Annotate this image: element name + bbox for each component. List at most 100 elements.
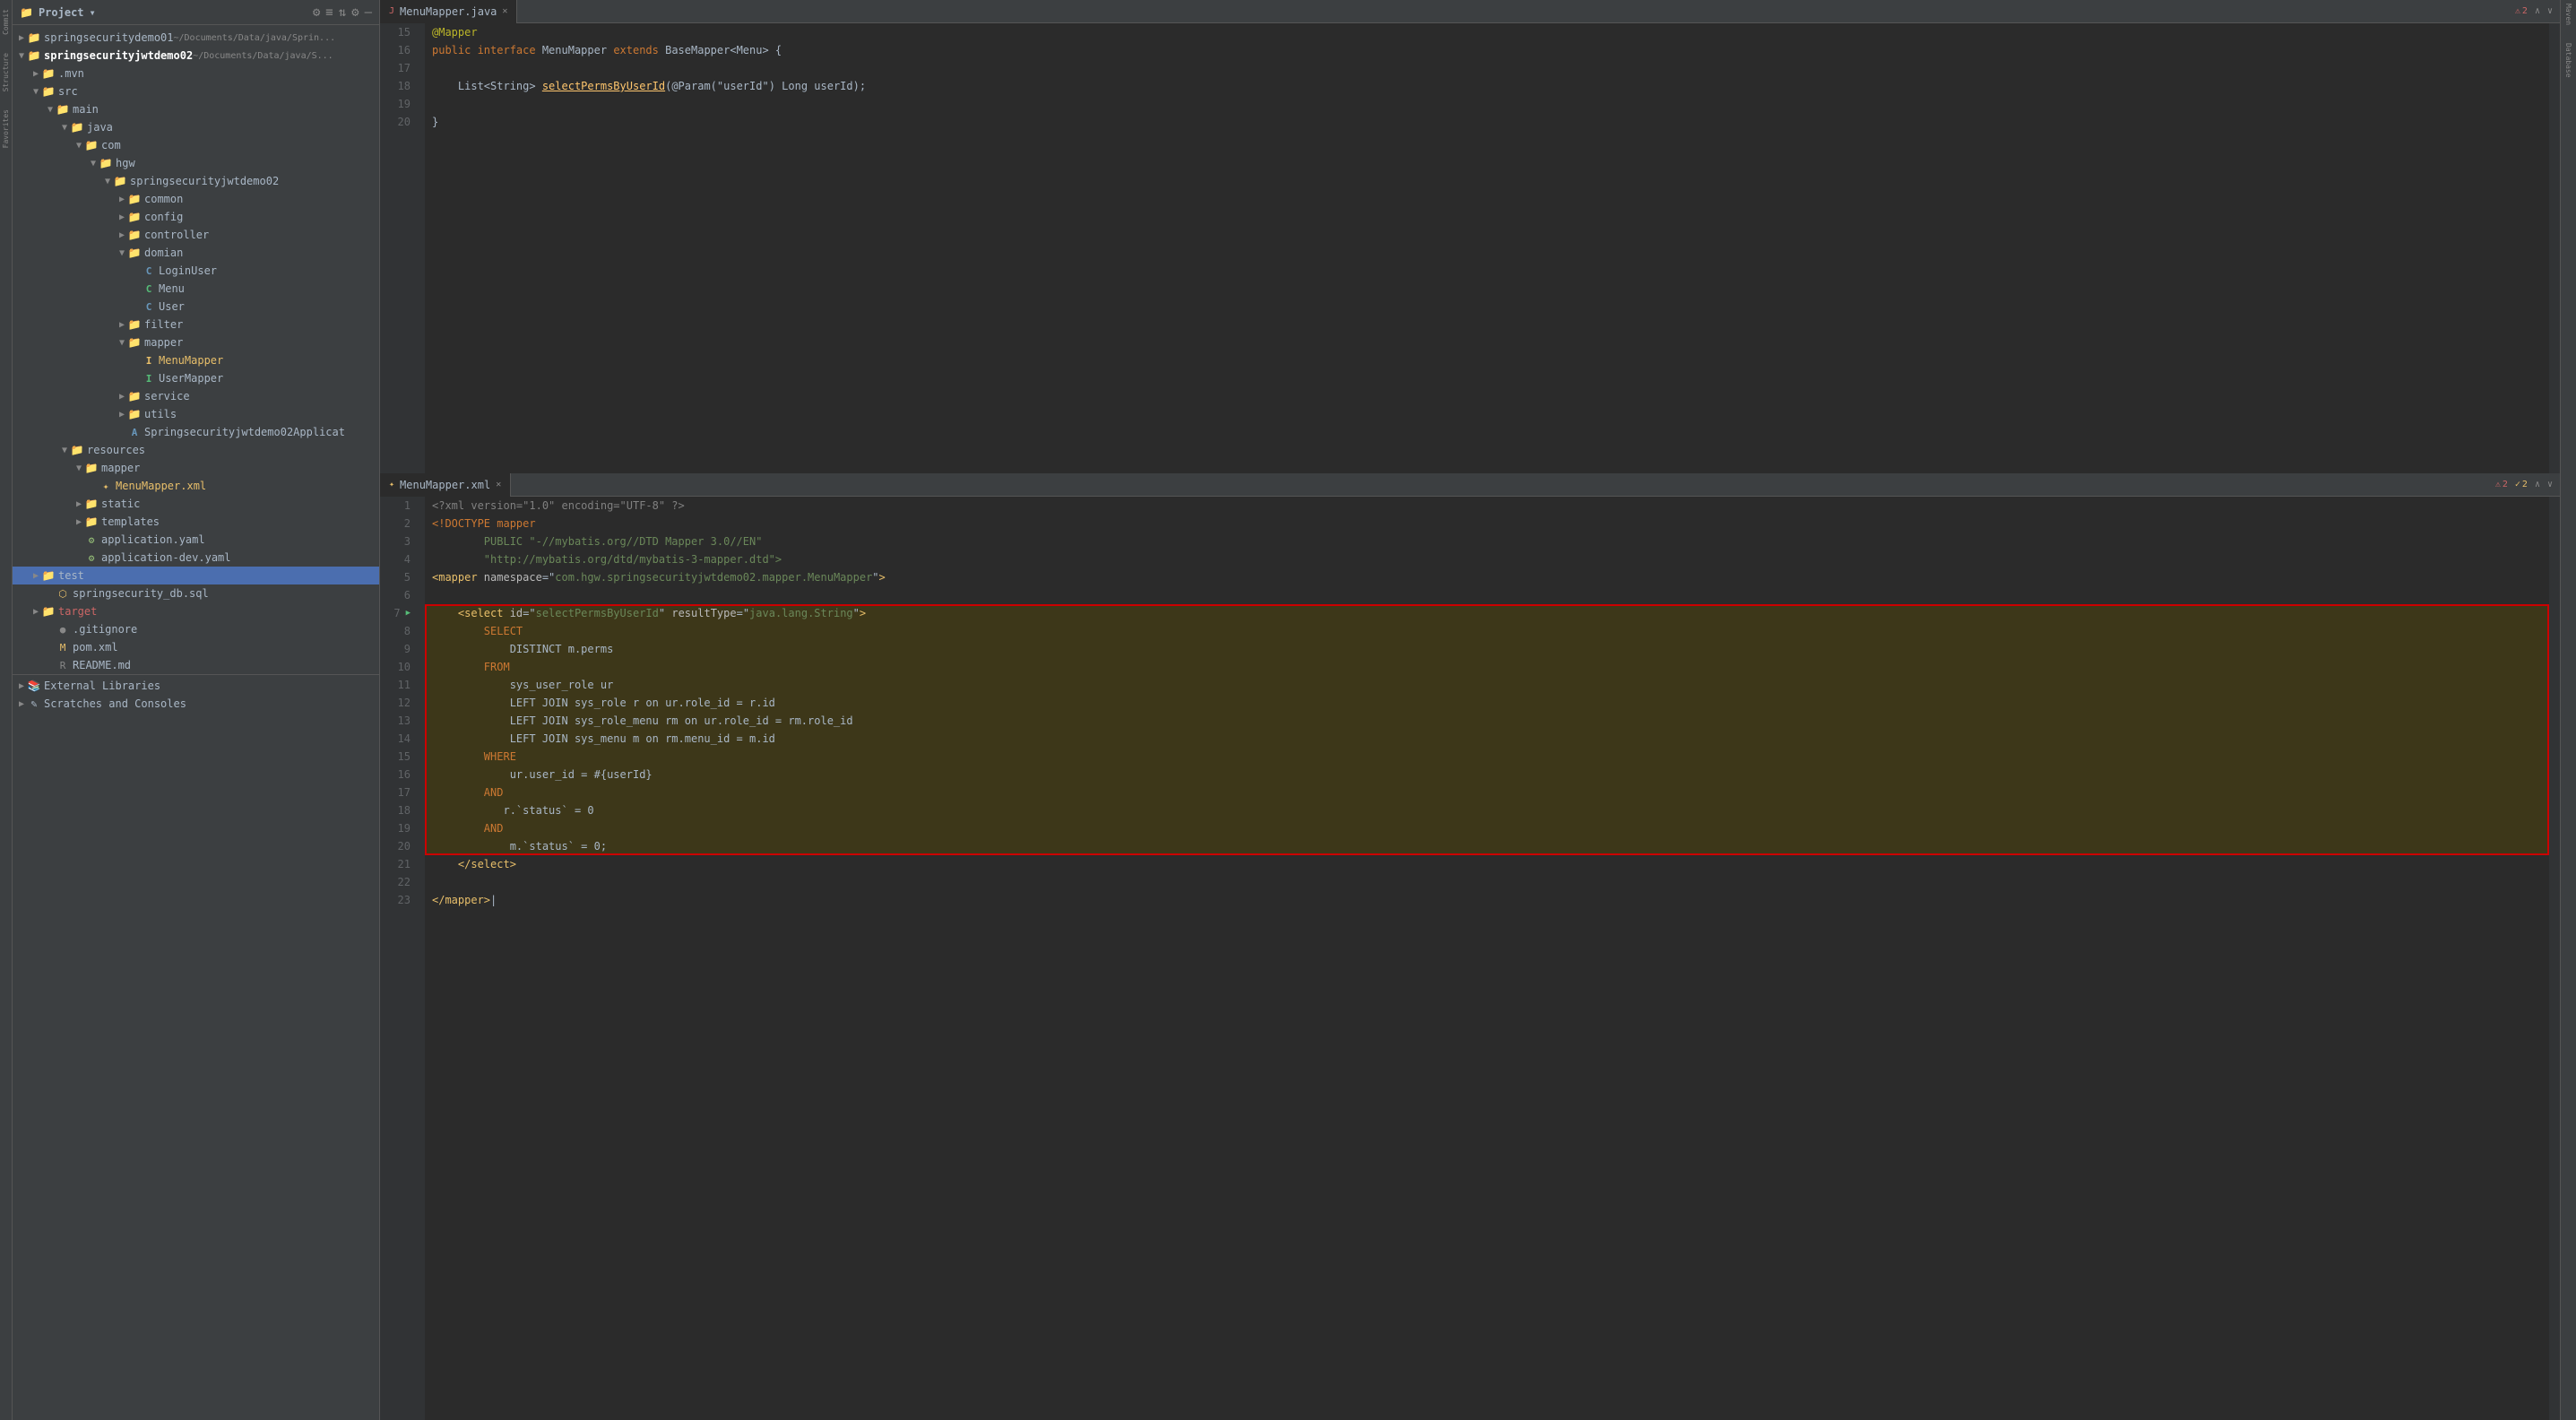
tree-item-loginuser[interactable]: C LoginUser [13,262,379,280]
bottom-code-view[interactable]: 1 2 3 4 5 6 7▶ 8 9 10 11 12 13 14 15 16 [380,497,2549,1420]
tab-menumapper-xml[interactable]: ✦ MenuMapper.xml ✕ [380,473,511,497]
tree-item-menumapper-java[interactable]: I MenuMapper [13,351,379,369]
tree-item-usermapper[interactable]: I UserMapper [13,369,379,387]
tree-item-templates[interactable]: ▶ 📁 templates [13,513,379,531]
tree-item-menumapper-xml[interactable]: ✦ MenuMapper.xml [13,477,379,495]
tab-close-button[interactable]: ✕ [502,6,507,16]
checkmark-icon: ✓ [2515,480,2520,489]
expand-arrow[interactable]: ▶ [117,212,127,222]
expand-arrow[interactable]: ▶ [117,230,127,240]
tree-item-menu[interactable]: C Menu [13,280,379,298]
project-dropdown-icon[interactable]: 📁 [20,6,33,19]
gear-icon[interactable]: ⚙ [351,5,359,20]
nav-down[interactable]: ∨ [2547,6,2553,16]
expand-arrow[interactable]: ▼ [16,51,27,61]
list-icon[interactable]: ≡ [325,5,333,20]
nav-up[interactable]: ∧ [2535,6,2540,16]
structure-icon[interactable]: Structure [2,53,10,91]
tree-item-domian[interactable]: ▼ 📁 domian [13,244,379,262]
favorites-icon[interactable]: Favorites [2,109,10,148]
expand-arrow[interactable]: ▼ [73,141,84,151]
expand-arrow[interactable]: ▶ [117,410,127,420]
tree-item-static[interactable]: ▶ 📁 static [13,495,379,513]
settings-icon[interactable]: ⚙ [313,5,320,20]
tree-item-controller[interactable]: ▶ 📁 controller [13,226,379,244]
expand-arrow[interactable]: ▶ [73,517,84,527]
tree-item-filter[interactable]: ▶ 📁 filter [13,316,379,333]
expand-arrow[interactable]: ▼ [73,463,84,473]
expand-arrow[interactable]: ▶ [73,499,84,509]
nav-up[interactable]: ∧ [2535,480,2540,489]
tree-item-target[interactable]: ▶ 📁 target [13,602,379,620]
tab-close-button[interactable]: ✕ [496,480,501,489]
tab-menumapper-java[interactable]: J MenuMapper.java ✕ [380,0,517,23]
tab-label: MenuMapper.xml [400,479,490,491]
nav-down[interactable]: ∨ [2547,480,2553,489]
tree-item-readme[interactable]: R README.md [13,656,379,674]
expand-arrow[interactable]: ▶ [30,69,41,79]
expand-arrow[interactable]: ▶ [117,320,127,330]
expand-arrow[interactable]: ▶ [117,392,127,402]
tree-item-mapper[interactable]: ▼ 📁 mapper [13,333,379,351]
scrollbar-top[interactable] [2549,23,2560,473]
tree-label: UserMapper [159,372,223,385]
tree-item-springapp[interactable]: A Springsecurityjwtdemo02Applicat [13,423,379,441]
expand-arrow[interactable]: ▶ [117,195,127,204]
folder-icon: 📁 [56,103,70,116]
tree-item-external-libs[interactable]: ▶ 📚 External Libraries [13,677,379,695]
tree-item-gitignore[interactable]: ● .gitignore [13,620,379,638]
tree-item-scratches[interactable]: ▶ ✎ Scratches and Consoles [13,695,379,713]
tree-item-resources[interactable]: ▼ 📁 resources [13,441,379,459]
tree-item-main[interactable]: ▼ 📁 main [13,100,379,118]
tree-item-common[interactable]: ▶ 📁 common [13,190,379,208]
expand-arrow[interactable]: ▼ [117,338,127,348]
maven-panel-icon[interactable]: Maven [2564,4,2572,25]
tree-item-springsecurityjwtdemo02[interactable]: ▼ 📁 springsecurityjwtdemo02 ~/Documents/… [13,47,379,65]
bottom-tab-bar: ✦ MenuMapper.xml ✕ ⚠ 2 ✓ 2 ∧ ∨ [380,473,2560,497]
expand-arrow[interactable]: ▶ [16,681,27,691]
tree-item-config[interactable]: ▶ 📁 config [13,208,379,226]
tree-item-app-dev-yaml[interactable]: ⚙ application-dev.yaml [13,549,379,567]
folder-icon: 📁 [84,462,99,474]
expand-arrow[interactable]: ▼ [59,446,70,455]
folder-icon: 📁 [70,444,84,456]
tree-label: com [101,139,121,152]
tree-item-utils[interactable]: ▶ 📁 utils [13,405,379,423]
tree-item-user[interactable]: C User [13,298,379,316]
scrollbar-bottom[interactable] [2549,497,2560,1420]
expand-arrow[interactable]: ▼ [59,123,70,133]
tree-item-app-yaml[interactable]: ⚙ application.yaml [13,531,379,549]
tree-item-hgw[interactable]: ▼ 📁 hgw [13,154,379,172]
expand-arrow[interactable]: ▶ [30,607,41,617]
database-panel-icon[interactable]: Database [2564,43,2572,78]
tree-item-springsecuritydemo01[interactable]: ▶ 📁 springsecuritydemo01 ~/Documents/Dat… [13,29,379,47]
tree-item-com[interactable]: ▼ 📁 com [13,136,379,154]
expand-arrow[interactable]: ▼ [45,105,56,115]
expand-arrow[interactable]: ▶ [16,33,27,43]
folder-icon: 📁 [127,193,142,205]
project-dropdown-arrow[interactable]: ▾ [90,6,96,19]
tree-item-package[interactable]: ▼ 📁 springsecurityjwtdemo02 [13,172,379,190]
expand-arrow[interactable]: ▼ [88,159,99,169]
expand-arrow[interactable]: ▶ [30,571,41,581]
tree-item-mvn[interactable]: ▶ 📁 .mvn [13,65,379,82]
tree-item-service[interactable]: ▶ 📁 service [13,387,379,405]
tree-item-java[interactable]: ▼ 📁 java [13,118,379,136]
tree-item-src[interactable]: ▼ 📁 src [13,82,379,100]
expand-arrow[interactable]: ▶ [16,699,27,709]
expand-arrow[interactable]: ▼ [117,248,127,258]
sort-icon[interactable]: ⇅ [339,5,346,20]
folder-icon: 📁 [27,49,41,62]
tree-item-sql[interactable]: ⬡ springsecurity_db.sql [13,584,379,602]
minimize-icon[interactable]: — [365,5,372,20]
tree-item-pom[interactable]: M pom.xml [13,638,379,656]
commit-icon[interactable]: Commit [2,9,10,35]
expand-arrow[interactable]: ▼ [30,87,41,97]
xml-line-7: <select id="selectPermsByUserId" resultT… [432,604,2542,622]
tree-item-test[interactable]: ▶ 📁 test [13,567,379,584]
error-count: ⚠ 2 [2515,6,2528,16]
top-code-view[interactable]: 15 16 17 18 19 20 @Mapper public interfa… [380,23,2549,473]
error-bar-bottom: ⚠ 2 ✓ 2 ∧ ∨ [2488,478,2560,491]
expand-arrow[interactable]: ▼ [102,177,113,186]
tree-item-res-mapper[interactable]: ▼ 📁 mapper [13,459,379,477]
